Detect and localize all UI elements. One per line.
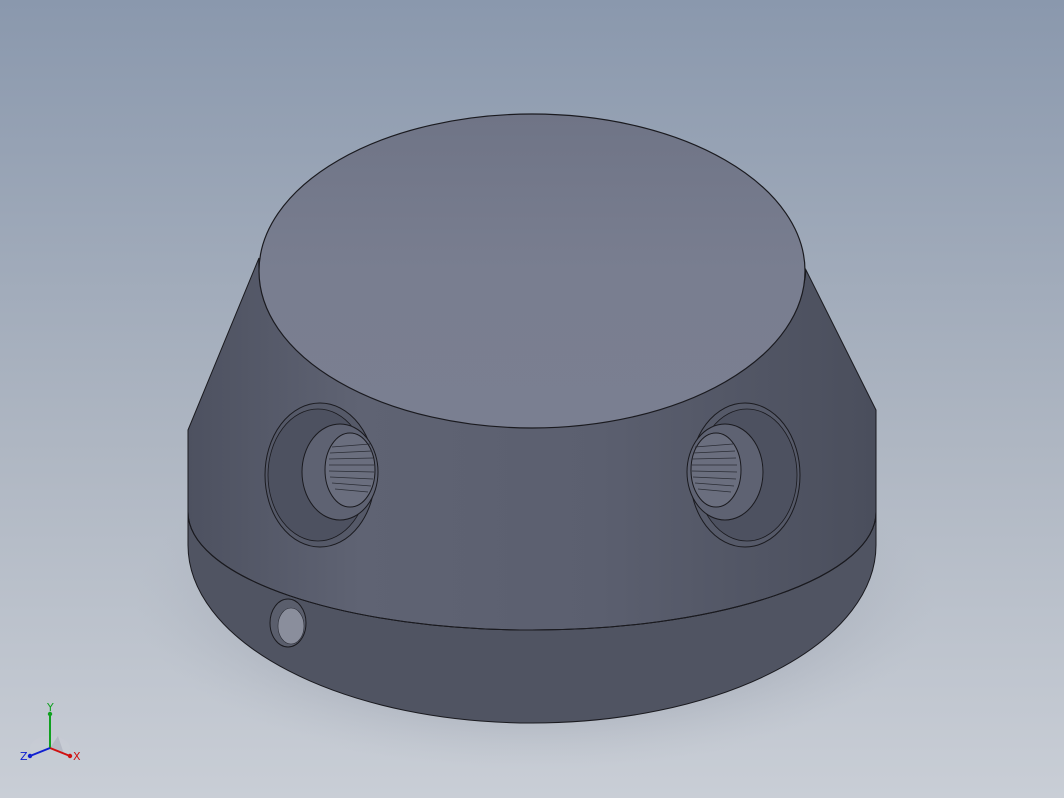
- pin-hole[interactable]: [269, 598, 307, 648]
- top-face[interactable]: [258, 113, 806, 429]
- graphics-viewport[interactable]: Y X Z: [0, 0, 1064, 798]
- x-axis-label: X: [73, 750, 81, 763]
- z-axis-label: Z: [20, 750, 28, 763]
- y-axis-label: Y: [46, 701, 54, 714]
- axis-triad: Y X Z: [20, 701, 81, 763]
- part-model[interactable]: [0, 0, 1064, 798]
